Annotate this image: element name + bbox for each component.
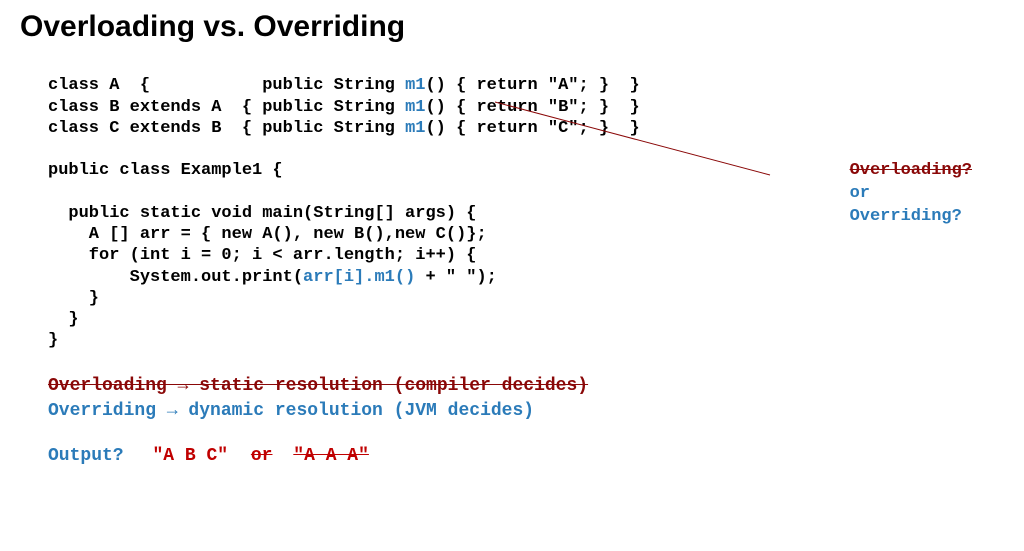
resolution-overriding: Overriding → dynamic resolution (JVM dec…: [48, 399, 1004, 424]
output-answer-wrong-struck: "A A A": [293, 446, 369, 466]
output-question: Output? "A B C" or "A A A": [48, 446, 1004, 466]
code-line-7: for (int i = 0; i < arr.length; i++) {: [48, 246, 476, 265]
annotation-overloading-struck: Overloading?: [850, 160, 972, 183]
method-m1-c: m1: [405, 119, 425, 138]
code-line-2: class B extends A { public String m1() {…: [48, 98, 640, 117]
slide-title: Overloading vs. Overriding: [20, 10, 1004, 44]
method-call-expression: arr[i].m1(): [303, 268, 415, 287]
code-line-11: }: [48, 331, 58, 350]
code-line-3: class C extends B { public String m1() {…: [48, 119, 640, 138]
annotation-or: or: [850, 183, 972, 206]
code-line-10: }: [48, 310, 79, 329]
code-line-4: public class Example1 {: [48, 161, 283, 180]
output-label: Output?: [48, 446, 124, 466]
code-line-5: public static void main(String[] args) {: [48, 204, 476, 223]
method-m1-a: m1: [405, 76, 425, 95]
annotation-question: Overloading? or Overriding?: [850, 160, 972, 229]
resolution-explanation: Overloading → static resolution (compile…: [48, 374, 1004, 424]
code-line-9: }: [48, 289, 99, 308]
resolution-overloading-struck: Overloading → static resolution (compile…: [48, 374, 1004, 399]
code-line-8: System.out.print(arr[i].m1() + " ");: [48, 268, 497, 287]
output-answer-correct: "A B C": [152, 446, 228, 466]
output-or-struck: or: [251, 446, 273, 466]
code-line-6: A [] arr = { new A(), new B(),new C()};: [48, 225, 487, 244]
method-m1-b: m1: [405, 98, 425, 117]
code-line-1: class A { public String m1() { return "A…: [48, 76, 640, 95]
annotation-overriding: Overriding?: [850, 206, 972, 229]
